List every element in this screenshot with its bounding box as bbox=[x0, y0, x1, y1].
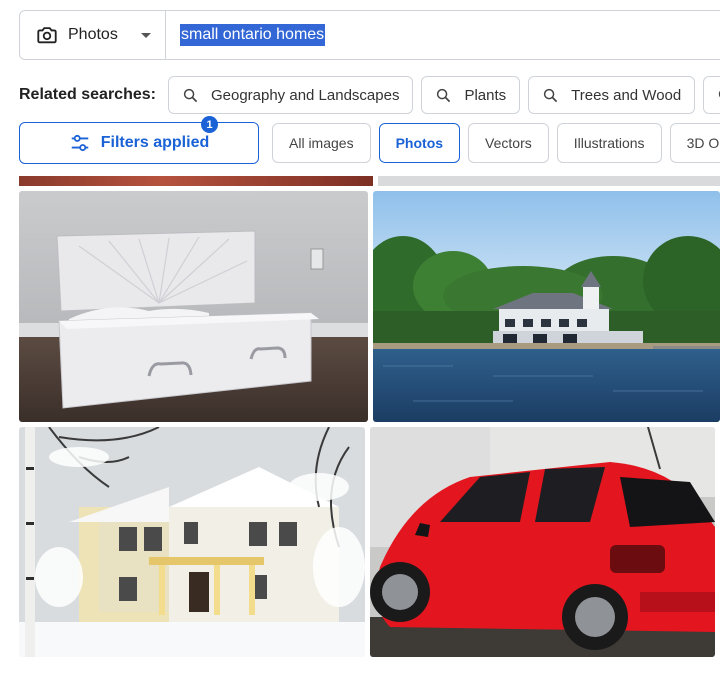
filter-bar: Filters applied 1 All images Photos Vect… bbox=[19, 116, 720, 164]
search-icon bbox=[183, 88, 198, 102]
chip-label: Geography and Landscapes bbox=[210, 86, 400, 104]
search-input[interactable]: small ontario homes bbox=[166, 11, 720, 59]
result-image-snowy-house[interactable] bbox=[19, 427, 365, 657]
image-search-page: Photos small ontario homes Related searc… bbox=[0, 0, 720, 673]
tab-vectors[interactable]: Vectors bbox=[468, 123, 549, 163]
media-type-label: Photos bbox=[68, 26, 118, 43]
tab-3d-objects[interactable]: 3D Ob bbox=[669, 123, 720, 163]
snowy-house-photo bbox=[19, 427, 365, 657]
red-car-photo bbox=[370, 427, 715, 657]
related-searches-label: Related searches: bbox=[19, 86, 156, 103]
search-icon bbox=[437, 88, 451, 102]
related-chip-geography[interactable]: Geography and Landscapes bbox=[167, 76, 414, 114]
chip-label: Plants bbox=[464, 86, 507, 104]
related-chip-trees-and-wood[interactable]: Trees and Wood bbox=[528, 76, 696, 114]
result-image-boathouse[interactable] bbox=[373, 191, 720, 422]
related-searches: Related searches: Geography and Landscap… bbox=[19, 76, 720, 114]
result-image-red-car[interactable] bbox=[370, 427, 715, 657]
casket-photo bbox=[19, 191, 368, 422]
filters-applied-button[interactable]: Filters applied 1 bbox=[19, 116, 259, 164]
search-query-text[interactable]: small ontario homes bbox=[180, 24, 326, 46]
tab-all-images[interactable]: All images bbox=[272, 123, 371, 163]
boathouse-photo bbox=[373, 191, 720, 422]
related-chip-more[interactable] bbox=[703, 76, 720, 114]
chip-label: Trees and Wood bbox=[571, 86, 682, 104]
search-bar: Photos small ontario homes bbox=[19, 10, 720, 60]
tab-illustrations[interactable]: Illustrations bbox=[556, 123, 662, 163]
sliders-icon bbox=[71, 134, 89, 152]
previous-result-strip[interactable] bbox=[19, 176, 373, 186]
related-chip-plants[interactable]: Plants bbox=[421, 76, 521, 114]
search-icon bbox=[543, 88, 558, 102]
media-type-dropdown[interactable]: Photos bbox=[20, 11, 166, 59]
camera-icon bbox=[37, 27, 57, 44]
tab-photos[interactable]: Photos bbox=[378, 123, 461, 163]
filters-button-label: Filters applied bbox=[100, 134, 210, 151]
filter-count-badge: 1 bbox=[201, 116, 218, 133]
previous-result-strip[interactable] bbox=[378, 176, 720, 186]
chevron-down-icon bbox=[141, 32, 151, 38]
result-image-casket[interactable] bbox=[19, 191, 368, 422]
